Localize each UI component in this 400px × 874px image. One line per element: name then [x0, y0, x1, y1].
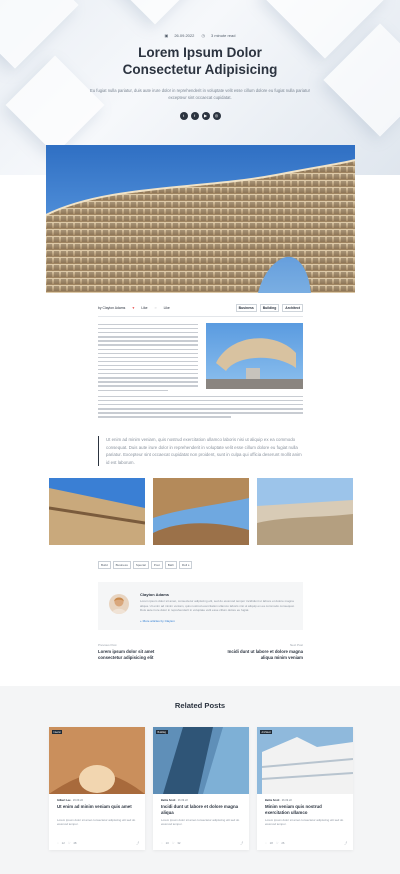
hero-decoration	[105, 0, 205, 25]
avatar	[109, 594, 129, 614]
tag-business[interactable]: Business	[235, 304, 257, 312]
card-excerpt: Lorem ipsum dolor sit amet consectetur a…	[161, 818, 240, 827]
card-meta: Bettie Scott · 26.09.22	[265, 799, 292, 802]
tag-building[interactable]: Building	[259, 304, 280, 312]
heart-icon[interactable]: ♥	[132, 306, 134, 310]
card-date: 26.09.22	[281, 799, 292, 802]
card-comments: 10	[165, 841, 169, 845]
share-icon[interactable]: ⤴	[136, 841, 139, 845]
author-box-name[interactable]: Clayton Adams	[140, 592, 169, 597]
heart-icon[interactable]: ♡	[276, 841, 279, 845]
likes-count: Like	[141, 306, 148, 310]
page-subtitle: Eu fugiat nulla pariatur, duis aute irur…	[90, 88, 310, 100]
article-body	[98, 396, 303, 421]
read-time: 3 minute read	[210, 33, 236, 38]
title-line: Lorem Ipsum Dolor	[138, 45, 262, 60]
related-heading: Related Posts	[174, 701, 226, 710]
card-likes: 26	[281, 841, 285, 845]
heart-icon[interactable]: ♡	[172, 841, 175, 845]
card-excerpt: Lorem ipsum dolor sit amet consectetur a…	[57, 818, 136, 827]
card-category-badge[interactable]: Interior	[52, 730, 63, 734]
comment-icon: ◌	[57, 841, 59, 845]
title-line: Consectetur Adipisicing	[122, 62, 278, 77]
youtube-icon[interactable]: ▶	[201, 112, 210, 120]
share-icon[interactable]: ⤴	[240, 841, 243, 845]
card-title[interactable]: Ut enim ad minim veniam quis amet	[57, 804, 139, 810]
featured-image	[46, 145, 355, 293]
card-footer: ◌ 12 ♡ 48 ⤴	[57, 841, 139, 845]
previous-post[interactable]: Previous Post Lorem ipsum dolor sit amet…	[98, 643, 178, 661]
card-image[interactable]	[257, 727, 353, 794]
post-meta: ▣ 26.09.2022 ◷ 3 minute read	[0, 33, 400, 38]
comment-icon: ◌	[265, 841, 267, 845]
post-byline: by Clayton Adams ♥ Like ◌ Like Business …	[98, 304, 303, 312]
divider	[98, 316, 303, 317]
previous-post-label: Previous Post	[98, 643, 117, 647]
related-card[interactable]: Architect Bettie Scott · 26.09.22 Minim …	[257, 727, 353, 850]
next-post[interactable]: Next Post Incidi dunt ut labore et dolor…	[223, 643, 303, 661]
card-likes: 48	[73, 841, 77, 845]
next-post-label: Next Post	[289, 643, 303, 647]
post-tags: Business Building Architect	[235, 304, 303, 312]
author-bio: Lorem ipsum dolor sit amet, consectetur …	[140, 599, 295, 613]
card-likes: 32	[177, 841, 181, 845]
blockquote: Ut enim ad minim veniam, quis nostrud ex…	[98, 436, 303, 466]
calendar-icon: ▣	[164, 33, 169, 38]
card-meta: Gilbert Lee · 26.09.22	[57, 799, 83, 802]
gallery-image[interactable]	[257, 478, 353, 545]
previous-post-title[interactable]: Lorem ipsum dolor sit amet consectetur a…	[98, 649, 178, 661]
comment-icon: ◌	[161, 841, 163, 845]
card-footer: ◌ 10 ♡ 32 ⤴	[161, 841, 243, 845]
comment-icon[interactable]: ◌	[155, 306, 157, 310]
tag-chip[interactable]: Build	[98, 561, 111, 569]
gallery-image[interactable]	[153, 478, 249, 545]
card-date: 26.09.22	[177, 799, 188, 802]
tag-chip[interactable]: Special	[132, 561, 149, 569]
card-excerpt: Lorem ipsum dolor sit amet consectetur a…	[265, 818, 344, 827]
card-title[interactable]: Minim veniam quis nostrud exercitation u…	[265, 804, 347, 816]
author-name[interactable]: by Clayton Adams	[98, 306, 125, 310]
next-post-title[interactable]: Incidi dunt ut labore et dolore magna al…	[223, 649, 303, 661]
related-card[interactable]: Interior Gilbert Lee · 26.09.22 Ut enim …	[49, 727, 145, 850]
author-more-link[interactable]: + More articles by Clayton	[140, 619, 175, 623]
gallery-image[interactable]	[49, 478, 145, 545]
author-box: Clayton Adams Lorem ipsum dolor sit amet…	[98, 582, 303, 630]
card-image[interactable]	[153, 727, 249, 794]
tag-chip[interactable]: Post	[150, 561, 163, 569]
article-body	[98, 324, 198, 394]
card-date: 26.09.22	[72, 799, 83, 802]
social-links: t f ▶ ◎	[0, 112, 400, 120]
instagram-icon[interactable]: ◎	[212, 112, 221, 120]
related-posts: Related Posts Interior Gilbert Lee · 26.…	[0, 686, 400, 874]
facebook-icon[interactable]: f	[190, 112, 199, 120]
card-author[interactable]: Bettie Scott	[161, 799, 175, 802]
comments-count: Like	[163, 306, 170, 310]
related-card[interactable]: Building Bettie Scott · 26.09.22 Incidi …	[153, 727, 249, 850]
tag-architect[interactable]: Architect	[282, 304, 303, 312]
post-date: 26.09.2022	[174, 33, 195, 38]
twitter-icon[interactable]: t	[179, 112, 188, 120]
card-image[interactable]	[49, 727, 145, 794]
card-footer: ◌ 18 ♡ 26 ⤴	[265, 841, 347, 845]
card-comments: 18	[269, 841, 273, 845]
inline-image	[206, 323, 303, 389]
card-author[interactable]: Gilbert Lee	[57, 799, 71, 802]
heart-icon[interactable]: ♡	[68, 841, 71, 845]
card-title[interactable]: Incidi dunt ut labore et dolore magna al…	[161, 804, 243, 816]
card-comments: 12	[61, 841, 65, 845]
page-title: Lorem Ipsum Dolor Consectetur Adipisicin…	[0, 44, 400, 78]
card-category-badge[interactable]: Architect	[260, 730, 273, 734]
card-author[interactable]: Bettie Scott	[265, 799, 279, 802]
share-icon[interactable]: ⤴	[344, 841, 347, 845]
tag-list: Build Business Special Post Bath Roll s	[98, 561, 193, 569]
card-meta: Bettie Scott · 26.09.22	[161, 799, 188, 802]
card-category-badge[interactable]: Building	[156, 730, 168, 734]
tag-chip[interactable]: Bath	[164, 561, 177, 569]
tag-chip[interactable]: Roll s	[178, 561, 193, 569]
clock-icon: ◷	[201, 33, 205, 38]
tag-chip[interactable]: Business	[112, 561, 131, 569]
